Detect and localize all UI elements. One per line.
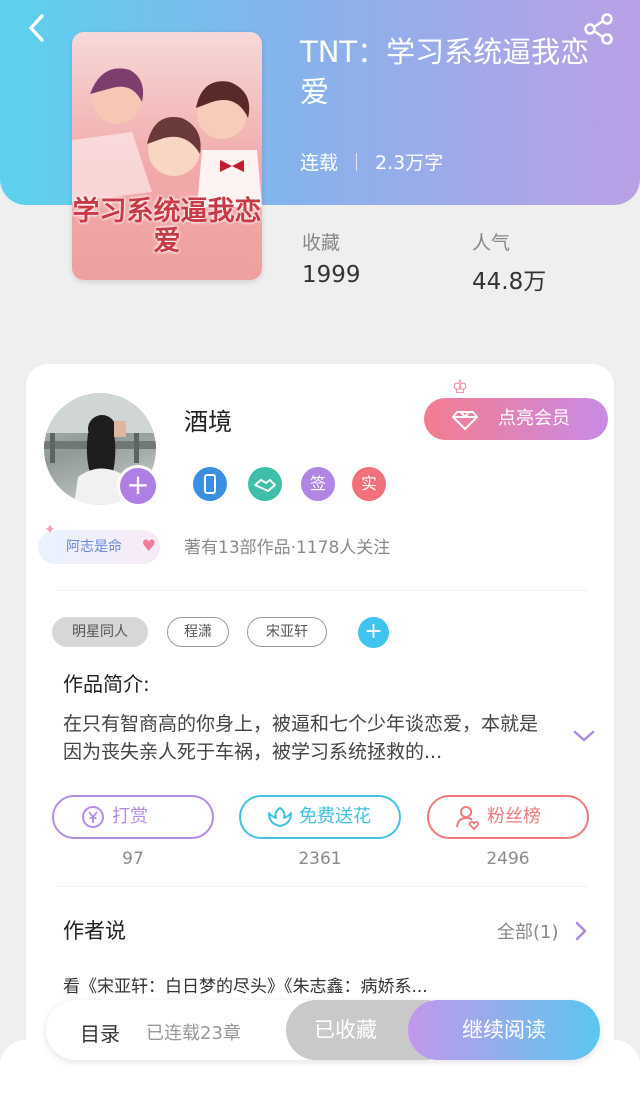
continue-reading-button[interactable]: 继续阅读	[408, 1000, 600, 1060]
divider	[56, 886, 588, 887]
vip-button[interactable]: 点亮会员	[424, 398, 608, 440]
book-meta: 连载 2.3万字	[300, 148, 443, 175]
chevron-right-icon	[575, 921, 587, 941]
send-flower-label: 免费送花	[299, 806, 371, 827]
follow-author-button[interactable]: +	[117, 465, 159, 507]
author-say-all-link[interactable]: 全部(1)	[497, 918, 559, 944]
meta-divider	[356, 152, 358, 171]
book-title: TNT：学习系统逼我恋爱	[300, 35, 590, 109]
intro-heading: 作品简介:	[63, 672, 150, 696]
vip-label: 点亮会员	[498, 408, 570, 429]
fan-badge-label: 阿志是命	[66, 539, 122, 555]
author-say-heading: 作者说	[63, 919, 126, 943]
flower-icon	[268, 807, 292, 827]
add-tag-button[interactable]: +	[358, 617, 389, 648]
collect-value: 1999	[302, 262, 361, 288]
back-button[interactable]	[22, 12, 54, 44]
expand-intro-button[interactable]	[572, 726, 596, 746]
fan-count: 2496	[486, 849, 530, 869]
tip-count: 97	[122, 849, 144, 869]
send-flower-button[interactable]: 免费送花	[239, 795, 401, 839]
phone-icon	[204, 474, 216, 494]
phone-badge-icon[interactable]	[193, 467, 227, 501]
chapter-count[interactable]: 已连载23章	[146, 1019, 241, 1045]
toc-button[interactable]: 目录	[80, 1018, 120, 1047]
tip-button[interactable]: 打赏	[52, 795, 214, 839]
tag-item[interactable]: 程潇	[167, 617, 229, 647]
sign-badge[interactable]: 签	[301, 467, 335, 501]
word-count: 2.3万字	[375, 152, 444, 174]
author-works-info: 著有13部作品·1178人关注	[184, 538, 391, 558]
verified-badge[interactable]: 实	[352, 467, 386, 501]
crown-icon: ♔	[452, 377, 469, 398]
chevron-down-icon	[573, 730, 595, 742]
fan-badge: ✦ 阿志是命 ♥	[38, 522, 160, 564]
tag-item[interactable]: 宋亚轩	[247, 617, 327, 647]
flower-count: 2361	[298, 849, 342, 869]
author-name[interactable]: 酒境	[184, 402, 232, 437]
divider	[56, 590, 588, 591]
star-icon: ✦	[44, 522, 56, 538]
yen-coin-icon	[82, 806, 104, 828]
serial-status: 连载	[300, 152, 339, 174]
handshake-badge-icon[interactable]	[248, 467, 282, 501]
fan-ranking-button[interactable]: 粉丝榜	[427, 795, 589, 839]
author-say-text[interactable]: 看《宋亚轩：白日梦的尽头》《朱志鑫：病娇系...	[63, 972, 543, 997]
fan-ranking-label: 粉丝榜	[487, 806, 541, 827]
cover-title: 学习系统逼我恋爱	[72, 196, 262, 257]
popularity-label: 人气	[472, 232, 511, 254]
intro-text: 在只有智商高的你身上，被逼和七个少年谈恋爱，本就是因为丧失亲人死于车祸，被学习系…	[63, 713, 539, 763]
user-heart-icon	[456, 806, 480, 830]
tag-item[interactable]: 明星同人	[52, 617, 148, 647]
collect-label: 收藏	[302, 232, 341, 254]
diamond-icon	[452, 411, 478, 430]
tip-label: 打赏	[112, 806, 148, 827]
popularity-value: 44.8万	[472, 269, 547, 295]
book-cover[interactable]: 学习系统逼我恋爱	[72, 32, 262, 280]
author-say-more-button[interactable]	[573, 920, 589, 942]
heart-icon: ♥	[141, 536, 156, 555]
chevron-left-icon	[29, 14, 44, 42]
handshake-icon	[254, 479, 276, 492]
